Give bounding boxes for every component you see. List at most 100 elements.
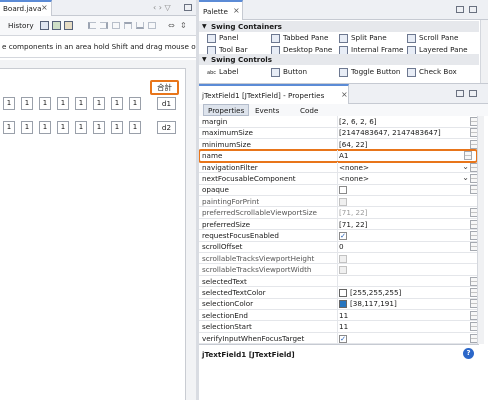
sum-label[interactable]: 合計 — [150, 80, 179, 95]
tab-events[interactable]: Events — [255, 105, 279, 116]
resize-h-icon[interactable]: ⇔ — [168, 21, 175, 30]
text-field-cell[interactable]: 1 — [75, 121, 87, 134]
palette-item[interactable]: Button — [271, 66, 307, 77]
text-field-cell[interactable]: 1 — [21, 121, 33, 134]
checkbox-icon[interactable] — [339, 186, 347, 195]
property-value[interactable]: <none> — [339, 162, 369, 173]
text-field-cell[interactable]: 1 — [57, 97, 69, 110]
close-icon[interactable]: × — [41, 3, 48, 12]
editor-tab[interactable]: Board.java × — [0, 0, 52, 16]
text-field-cell[interactable]: 1 — [3, 97, 15, 110]
property-row-scrollableTracksViewportWidth[interactable]: scrollableTracksViewportWidth — [199, 264, 483, 276]
resize-v-icon[interactable]: ⇕ — [180, 21, 187, 30]
property-value[interactable] — [339, 196, 347, 207]
text-field-cell[interactable]: 1 — [111, 121, 123, 134]
text-field-cell[interactable]: 1 — [3, 121, 15, 134]
property-scrollbar[interactable] — [477, 116, 484, 344]
ellipsis-button[interactable]: … — [464, 151, 472, 161]
property-row-navigationFilter[interactable]: navigationFilter <none> ⌄… — [199, 161, 483, 174]
text-field-cell[interactable]: 1 — [57, 121, 69, 134]
property-value[interactable]: 0 — [339, 241, 344, 252]
property-row-preferredScrollableViewportSize[interactable]: preferredScrollableViewportSize [71, 22]… — [199, 207, 483, 219]
property-row-selectionEnd[interactable]: selectionEnd 11… — [199, 309, 483, 322]
properties-tab[interactable]: jTextField1 [JTextField] - Properties × — [199, 84, 349, 104]
chevron-down-icon[interactable]: ⌄ — [462, 173, 469, 182]
property-row-selectionStart[interactable]: selectionStart 11… — [199, 321, 483, 333]
palette-item[interactable]: Scroll Pane — [407, 32, 458, 43]
palette-item[interactable]: Split Pane — [339, 32, 387, 43]
property-row-scrollOffset[interactable]: scrollOffset 0… — [199, 241, 483, 253]
close-icon[interactable]: × — [233, 6, 240, 15]
property-value[interactable]: [71, 22] — [339, 219, 367, 230]
minimize-icon[interactable] — [456, 90, 464, 97]
maximize-icon[interactable] — [469, 90, 477, 97]
design-icon[interactable] — [52, 21, 61, 30]
help-icon[interactable]: ? — [463, 348, 474, 359]
checked-checkbox-icon[interactable]: ✓ — [339, 334, 347, 343]
close-icon[interactable]: × — [341, 90, 348, 99]
d2-field[interactable]: d2 — [157, 121, 176, 134]
maximize-icon[interactable] — [184, 4, 192, 11]
text-field-cell[interactable]: 1 — [39, 97, 51, 110]
align-right-icon[interactable] — [100, 22, 108, 29]
history-tab[interactable]: History — [8, 21, 34, 30]
property-row-maximumSize[interactable]: maximumSize [2147483647, 2147483647]… — [199, 127, 483, 139]
checked-checkbox-icon[interactable]: ✓ — [339, 232, 347, 240]
editor-nav-arrows[interactable]: ‹ › ▽ — [153, 3, 171, 12]
property-value[interactable]: <none> — [339, 173, 369, 184]
group-swing-controls[interactable]: ▼ Swing Controls — [199, 54, 479, 65]
maximize-icon[interactable] — [469, 6, 477, 13]
property-value[interactable] — [339, 184, 347, 195]
align-top-icon[interactable] — [124, 22, 132, 29]
palette-item[interactable]: abc Label — [207, 66, 238, 77]
minimize-icon[interactable] — [456, 6, 464, 13]
text-field-cell[interactable]: 1 — [21, 97, 33, 110]
property-value[interactable]: ✓ — [339, 333, 347, 344]
tab-properties[interactable]: Properties — [203, 104, 250, 116]
chevron-down-icon[interactable]: ⌄ — [462, 162, 469, 171]
property-value[interactable] — [339, 264, 347, 275]
property-row-verifyInputWhenFocusTarget[interactable]: verifyInputWhenFocusTarget ✓… — [199, 332, 483, 344]
palette-scrollbar[interactable] — [480, 20, 488, 83]
text-field-cell[interactable]: 1 — [93, 121, 105, 134]
palette-item[interactable]: Panel — [207, 32, 238, 43]
property-row-selectedText[interactable]: selectedText… — [199, 275, 483, 288]
property-row-opaque[interactable]: opaque… — [199, 184, 483, 196]
property-value[interactable] — [339, 253, 347, 264]
tab-code[interactable]: Code — [300, 105, 318, 116]
property-value[interactable]: A1 — [339, 150, 349, 161]
property-row-selectionColor[interactable]: selectionColor [38,117,191]… — [199, 298, 483, 310]
property-row-requestFocusEnabled[interactable]: requestFocusEnabled ✓… — [199, 230, 483, 242]
align-bottom-icon[interactable] — [136, 22, 144, 29]
source-icon[interactable] — [40, 21, 49, 30]
property-value[interactable]: [38,117,191] — [339, 298, 397, 309]
palette-item[interactable]: Check Box — [407, 66, 457, 77]
property-row-paintingForPrint[interactable]: paintingForPrint — [199, 195, 483, 208]
property-row-nextFocusableComponent[interactable]: nextFocusableComponent <none> ⌄… — [199, 173, 483, 185]
property-value[interactable]: [2147483647, 2147483647] — [339, 127, 441, 138]
property-row-margin[interactable]: margin [2, 6, 2, 6]… — [199, 116, 483, 128]
text-field-cell[interactable]: 1 — [39, 121, 51, 134]
d1-field[interactable]: d1 — [157, 97, 176, 110]
text-field-cell[interactable]: 1 — [129, 97, 141, 110]
text-field-cell[interactable]: 1 — [93, 97, 105, 110]
property-value[interactable]: 11 — [339, 310, 348, 321]
property-row-name[interactable]: name A1… — [199, 149, 478, 163]
property-row-scrollableTracksViewportHeight[interactable]: scrollableTracksViewportHeight — [199, 252, 483, 265]
palette-tab[interactable]: Palette × — [199, 0, 243, 20]
property-row-selectedTextColor[interactable]: selectedTextColor [255,255,255]… — [199, 287, 483, 299]
center-h-icon[interactable] — [112, 22, 120, 29]
property-value[interactable]: 11 — [339, 321, 348, 332]
text-field-cell[interactable]: 1 — [111, 97, 123, 110]
preview-icon[interactable] — [64, 21, 73, 30]
property-value[interactable]: [71, 22] — [339, 207, 367, 218]
property-value[interactable]: [255,255,255] — [339, 287, 401, 298]
palette-item[interactable]: Tabbed Pane — [271, 32, 328, 43]
palette-item[interactable]: Toggle Button — [339, 66, 400, 77]
property-row-minimumSize[interactable]: minimumSize [64, 22]… — [199, 138, 483, 151]
align-left-icon[interactable] — [88, 22, 96, 29]
center-v-icon[interactable] — [148, 22, 156, 29]
property-row-preferredSize[interactable]: preferredSize [71, 22]… — [199, 218, 483, 231]
text-field-cell[interactable]: 1 — [75, 97, 87, 110]
property-value[interactable]: ✓ — [339, 230, 347, 241]
